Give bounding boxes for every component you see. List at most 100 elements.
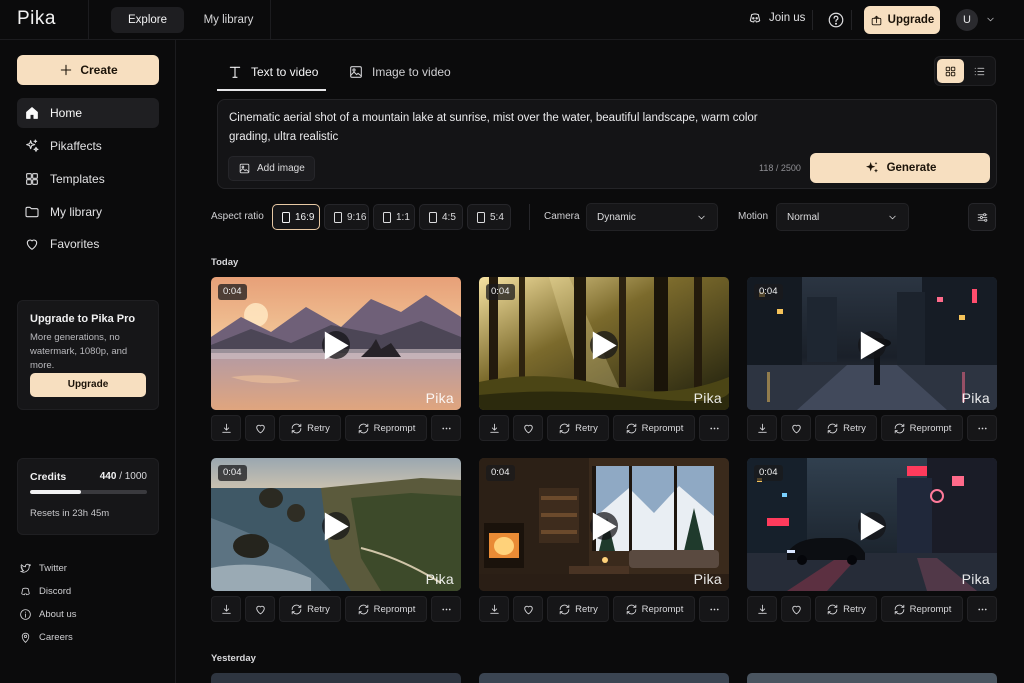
motion-select[interactable]: Normal [776, 203, 909, 231]
tab-text-to-video[interactable]: Text to video [227, 54, 318, 90]
more-button[interactable] [699, 596, 729, 622]
play-button[interactable] [590, 512, 618, 540]
promo-upgrade-button[interactable]: Upgrade [30, 373, 146, 397]
aspect-ratio-label: Aspect ratio [211, 211, 264, 222]
more-button[interactable] [967, 415, 997, 441]
retry-icon [559, 604, 570, 614]
favorite-button[interactable] [245, 415, 275, 441]
pika-watermark: Pika [961, 571, 990, 587]
divider [812, 10, 813, 30]
camera-select[interactable]: Dynamic [586, 203, 718, 231]
video-thumbnail[interactable]: 0:04 Pika [747, 277, 997, 410]
aspect-1-1-button[interactable]: 1:1 [373, 204, 415, 230]
sidebar-item-my-library[interactable]: My library [17, 197, 159, 227]
favorite-button[interactable] [781, 596, 811, 622]
grid-view-button[interactable] [937, 59, 964, 83]
favorite-button[interactable] [513, 415, 543, 441]
retry-button[interactable]: Retry [815, 596, 877, 622]
video-thumbnail[interactable]: 0:04 Pika [479, 277, 729, 410]
add-image-button[interactable]: Add image [228, 156, 315, 181]
discord-icon [21, 587, 30, 596]
retry-button[interactable]: Retry [815, 415, 877, 441]
play-icon [592, 331, 617, 359]
pika-watermark: Pika [425, 390, 454, 406]
sidebar-item-home[interactable]: Home [17, 98, 159, 128]
retry-button[interactable]: Retry [279, 596, 341, 622]
account-menu-toggle[interactable] [985, 14, 996, 25]
sidebar-item-pikaffects[interactable]: Pikaffects [17, 131, 159, 161]
heart-icon [523, 605, 533, 614]
create-button[interactable]: Create [17, 55, 159, 85]
video-thumbnail-partial[interactable] [747, 673, 997, 683]
reprompt-button[interactable]: Reprompt [345, 596, 427, 622]
retry-button[interactable]: Retry [547, 415, 609, 441]
more-button[interactable] [699, 415, 729, 441]
help-button[interactable] [827, 11, 845, 29]
list-view-button[interactable] [966, 59, 993, 83]
favorite-button[interactable] [781, 415, 811, 441]
upgrade-button[interactable]: Upgrade [864, 6, 940, 34]
more-button[interactable] [431, 415, 461, 441]
pika-logo[interactable]: Pika [17, 8, 56, 30]
video-thumbnail-partial[interactable] [211, 673, 461, 683]
download-button[interactable] [211, 415, 241, 441]
reprompt-button[interactable]: Reprompt [881, 596, 963, 622]
retry-icon [291, 423, 302, 433]
play-button[interactable] [590, 331, 618, 359]
footer-link-discord[interactable]: Discord [19, 585, 71, 598]
reprompt-button[interactable]: Reprompt [613, 596, 695, 622]
avatar[interactable]: U [956, 9, 978, 31]
generate-button[interactable]: Generate [810, 153, 990, 183]
aspect-4-5-button[interactable]: 4:5 [419, 204, 463, 230]
favorite-button[interactable] [513, 596, 543, 622]
download-button[interactable] [479, 415, 509, 441]
nav-my-library[interactable]: My library [192, 7, 265, 33]
promo-title: Upgrade to Pika Pro [30, 313, 136, 325]
join-us-link[interactable]: Join us [747, 10, 805, 26]
aspect-ratio-label: 1:1 [396, 211, 410, 223]
card-actions: Retry Reprompt [479, 596, 729, 622]
aspect-5-4-button[interactable]: 5:4 [467, 204, 511, 230]
video-thumbnail-partial[interactable] [479, 673, 729, 683]
play-button[interactable] [858, 331, 886, 359]
retry-button[interactable]: Retry [547, 596, 609, 622]
reprompt-button[interactable]: Reprompt [345, 415, 427, 441]
divider [270, 0, 271, 40]
tab-image-to-video[interactable]: Image to video [348, 54, 451, 90]
footer-link-twitter[interactable]: Twitter [19, 562, 67, 575]
footer-link-about[interactable]: About us [19, 608, 77, 621]
retry-button[interactable]: Retry [279, 415, 341, 441]
video-thumbnail[interactable]: 0:04 Pika [479, 458, 729, 591]
prompt-input[interactable]: Cinematic aerial shot of a mountain lake… [229, 109, 789, 147]
reprompt-button[interactable]: Reprompt [881, 415, 963, 441]
download-icon [489, 423, 499, 433]
prompt-box: Cinematic aerial shot of a mountain lake… [217, 99, 997, 189]
footer-link-careers[interactable]: Careers [19, 631, 73, 644]
play-button[interactable] [322, 512, 350, 540]
download-button[interactable] [479, 596, 509, 622]
nav-explore[interactable]: Explore [111, 7, 184, 33]
more-button[interactable] [967, 596, 997, 622]
more-button[interactable] [431, 596, 461, 622]
download-button[interactable] [747, 596, 777, 622]
play-button[interactable] [858, 512, 886, 540]
aspect-9-16-button[interactable]: 9:16 [324, 204, 369, 230]
video-thumbnail[interactable]: 0:04 Pika [211, 458, 461, 591]
video-thumbnail[interactable]: 0:04 Pika [747, 458, 997, 591]
retry-label: Retry [843, 603, 866, 615]
download-button[interactable] [747, 415, 777, 441]
tab-label: Image to video [372, 65, 451, 79]
aspect-16-9-button[interactable]: 16:9 [272, 204, 320, 230]
play-button[interactable] [322, 331, 350, 359]
download-button[interactable] [211, 596, 241, 622]
camera-label: Camera [544, 211, 580, 222]
sidebar: Create Home Pikaffects Templates My libr… [0, 40, 176, 683]
advanced-settings-button[interactable] [968, 203, 996, 231]
credits-progress-bar [30, 490, 147, 494]
favorite-button[interactable] [245, 596, 275, 622]
sidebar-item-favorites[interactable]: Favorites [17, 229, 159, 259]
reprompt-button[interactable]: Reprompt [613, 415, 695, 441]
sidebar-item-templates[interactable]: Templates [17, 164, 159, 194]
reprompt-icon [626, 604, 636, 614]
video-thumbnail[interactable]: 0:04 Pika [211, 277, 461, 410]
